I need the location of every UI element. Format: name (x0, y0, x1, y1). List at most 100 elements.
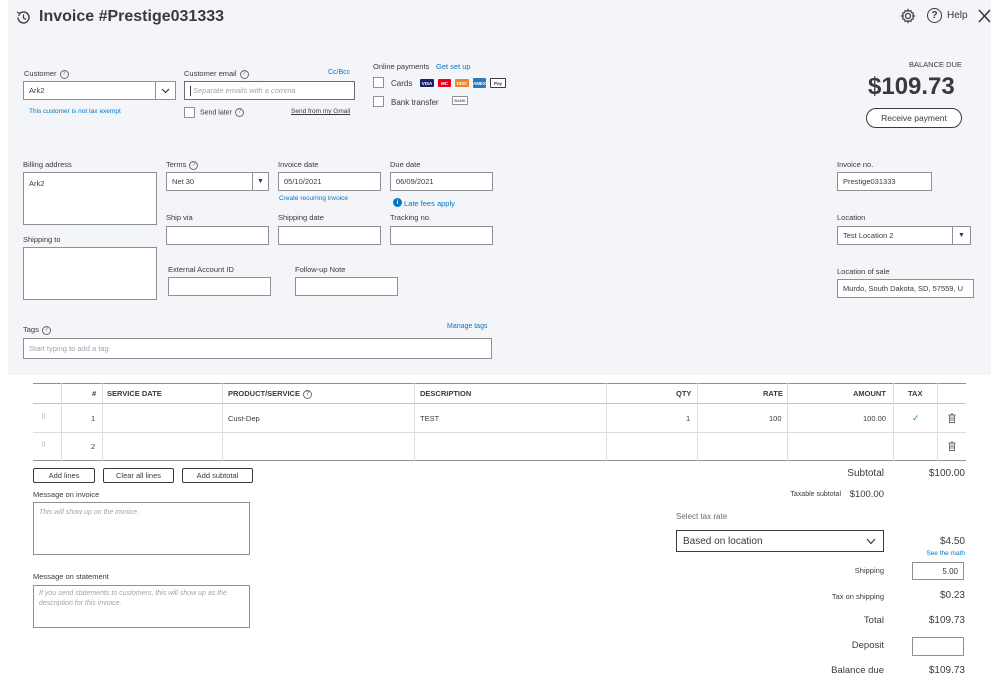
tax-on-shipping-value: $0.23 (939, 590, 965, 601)
select-tax-rate-label: Select tax rate (676, 512, 728, 521)
row-number: 1 (91, 414, 96, 423)
cards-checkbox[interactable] (373, 77, 384, 88)
help-icon[interactable]: ? (927, 8, 942, 23)
message-on-statement-input[interactable]: If you send statements to customers, thi… (33, 585, 250, 628)
row-description[interactable]: TEST (420, 414, 439, 423)
add-subtotal-button[interactable]: Add subtotal (182, 468, 253, 483)
row-product[interactable]: Cust-Dep (228, 414, 260, 423)
see-the-math-link[interactable]: See the math (926, 550, 965, 557)
row-amount[interactable]: 100.00 (863, 414, 886, 423)
col-divider (414, 383, 415, 461)
col-divider (61, 383, 62, 461)
email-placeholder: Separate emails with a comma (193, 86, 296, 95)
cards-label: Cards (391, 79, 413, 88)
bank-transfer-label: Bank transfer (391, 98, 439, 107)
trash-icon[interactable] (948, 441, 956, 451)
info-icon[interactable]: ? (41, 325, 51, 335)
col-header-tax: TAX (908, 389, 923, 398)
balance-due-bottom-value: $109.73 (928, 665, 965, 676)
online-payments-label: Online payments (373, 62, 430, 71)
settings-gear-icon[interactable] (900, 8, 916, 24)
follow-up-note-input[interactable] (295, 277, 398, 296)
follow-up-note-label: Follow-up Note (295, 265, 346, 274)
close-icon[interactable] (978, 9, 991, 23)
cc-bcc-link[interactable]: Cc/Bcc (328, 69, 350, 76)
info-icon[interactable]: ? (302, 389, 312, 399)
help-link[interactable]: Help (947, 10, 968, 21)
send-later-checkbox[interactable] (184, 107, 195, 118)
col-divider (787, 383, 788, 461)
receive-payment-button[interactable]: Receive payment (866, 108, 962, 128)
due-date-input[interactable]: 06/09/2021 (390, 172, 493, 191)
chevron-down-icon[interactable] (866, 538, 876, 545)
row-rate[interactable]: 100 (769, 414, 782, 423)
billing-address-input[interactable]: Ark2 (23, 172, 157, 225)
message-on-invoice-label: Message on invoice (33, 490, 100, 499)
clear-all-lines-button[interactable]: Clear all lines (103, 468, 174, 483)
shipping-to-label: Shipping to (23, 235, 61, 244)
col-divider (606, 383, 607, 461)
info-icon[interactable]: ? (239, 69, 249, 79)
amex-icon: AMEX (473, 78, 486, 88)
col-header-service-date: SERVICE DATE (107, 389, 162, 398)
add-lines-button[interactable]: Add lines (33, 468, 95, 483)
deposit-input[interactable] (912, 637, 964, 656)
send-from-gmail-link[interactable]: Send from my Gmail (291, 108, 350, 115)
row-tax-check-icon[interactable]: ✓ (912, 413, 920, 424)
table-top-border (33, 383, 966, 384)
deposit-label: Deposit (851, 640, 884, 651)
info-icon[interactable]: ? (59, 69, 69, 79)
manage-tags-link[interactable]: Manage tags (447, 323, 487, 330)
tags-input[interactable]: Start typing to add a tag (23, 338, 492, 359)
get-set-up-link[interactable]: Get set up (436, 62, 471, 71)
send-later-label: Send later? (200, 108, 244, 117)
create-recurring-link[interactable]: Create recurring invoice (279, 195, 348, 202)
message-on-invoice-input[interactable]: This will show up on the invoice. (33, 502, 250, 555)
location-of-sale-input[interactable]: Murdo, South Dakota, SD, 57559, U (837, 279, 974, 298)
caret-down-icon[interactable]: ▼ (252, 173, 268, 190)
tracking-no-input[interactable] (390, 226, 493, 245)
location-of-sale-label: Location of sale (837, 267, 890, 276)
taxable-subtotal-value: $100.00 (849, 489, 884, 500)
location-label: Location (837, 213, 866, 222)
chevron-down-icon[interactable] (155, 82, 175, 99)
visa-icon: VISA (420, 79, 434, 87)
balance-due-bottom-label: Balance due (831, 665, 884, 676)
tax-amount-value: $4.50 (939, 536, 965, 547)
subtotal-label: Subtotal (847, 468, 884, 479)
ship-via-input[interactable] (166, 226, 269, 245)
col-divider (937, 383, 938, 461)
row-qty[interactable]: 1 (686, 414, 690, 423)
shipping-address-input[interactable] (23, 247, 157, 300)
terms-select[interactable]: Net 30 ▼ (166, 172, 269, 191)
apple-pay-icon: Pay (490, 78, 506, 88)
external-account-id-input[interactable] (168, 277, 271, 296)
invoice-date-label: Invoice date (278, 160, 319, 169)
subtotal-value: $100.00 (928, 468, 965, 479)
info-icon[interactable]: ? (234, 108, 244, 117)
late-fees-link[interactable]: Late fees apply (404, 199, 455, 208)
drag-handle-icon[interactable]: ⠿ (41, 441, 46, 449)
caret-down-icon[interactable]: ▼ (952, 227, 970, 244)
invoice-date-input[interactable]: 05/10/2021 (278, 172, 381, 191)
col-divider (222, 383, 223, 461)
drag-handle-icon[interactable]: ⠿ (41, 413, 46, 421)
invoice-no-input[interactable]: Prestige031333 (837, 172, 932, 191)
customer-select[interactable]: Ark2 (23, 81, 176, 100)
message-on-statement-label: Message on statement (33, 572, 109, 581)
location-select[interactable]: Test Location 2 ▼ (837, 226, 971, 245)
billing-address-label: Billing address (23, 160, 72, 169)
tax-exempt-note[interactable]: This customer is not tax exempt (29, 108, 121, 115)
bank-transfer-checkbox[interactable] (373, 96, 384, 107)
shipping-label: Shipping (854, 566, 884, 575)
table-row-divider (33, 432, 966, 433)
info-icon[interactable]: ? (189, 160, 199, 170)
history-icon[interactable] (15, 9, 32, 26)
customer-email-input[interactable]: Separate emails with a comma (184, 81, 355, 100)
tax-rate-select[interactable]: Based on location (676, 530, 884, 552)
balance-due-amount: $109.73 (868, 73, 955, 100)
shipping-input[interactable]: 5.00 (912, 562, 964, 580)
col-header-description: DESCRIPTION (420, 389, 472, 398)
shipping-date-input[interactable] (278, 226, 381, 245)
trash-icon[interactable] (948, 413, 956, 423)
